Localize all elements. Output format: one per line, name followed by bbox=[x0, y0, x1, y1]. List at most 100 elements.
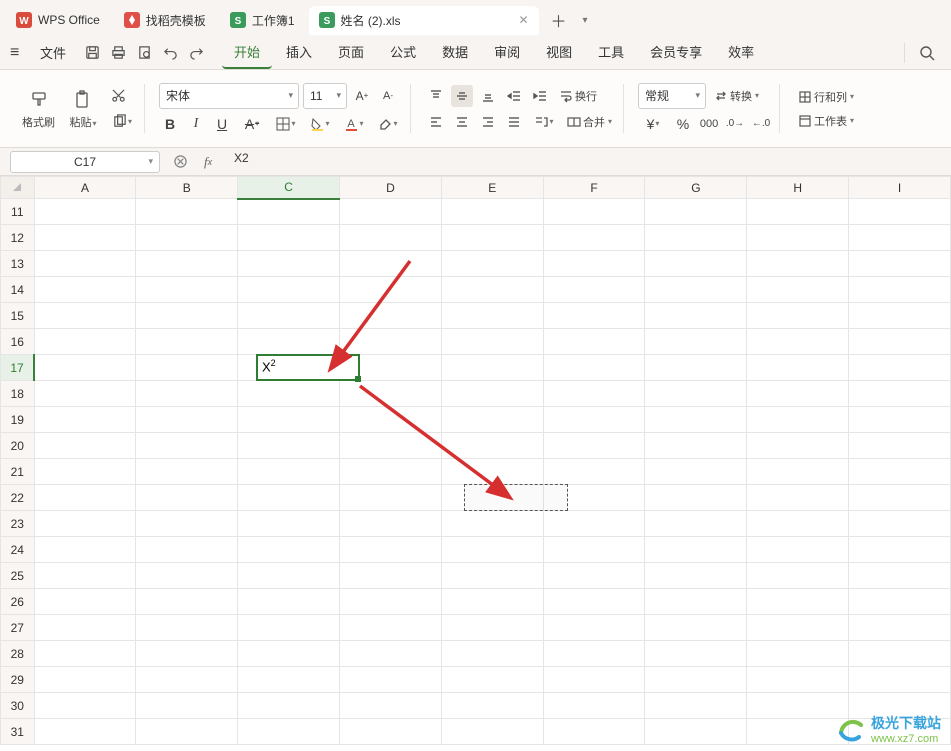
cell[interactable] bbox=[543, 199, 645, 225]
cell[interactable] bbox=[441, 693, 543, 719]
cell[interactable] bbox=[441, 251, 543, 277]
select-all-corner[interactable] bbox=[1, 177, 35, 199]
cell[interactable] bbox=[136, 485, 238, 511]
align-middle-button[interactable] bbox=[451, 85, 473, 107]
tab-workbook1[interactable]: S 工作簿1 bbox=[220, 6, 305, 35]
cell[interactable] bbox=[543, 277, 645, 303]
cell[interactable] bbox=[645, 225, 747, 251]
row-header[interactable]: 26 bbox=[1, 589, 35, 615]
cell[interactable] bbox=[136, 641, 238, 667]
cell[interactable] bbox=[238, 719, 340, 745]
tab-list-dropdown[interactable]: ▾ bbox=[579, 13, 592, 28]
cell[interactable] bbox=[543, 251, 645, 277]
cell[interactable] bbox=[340, 719, 442, 745]
cell[interactable] bbox=[747, 563, 849, 589]
cell[interactable] bbox=[747, 667, 849, 693]
tab-wps-office[interactable]: W WPS Office bbox=[6, 6, 110, 34]
cell[interactable] bbox=[340, 433, 442, 459]
column-header[interactable]: B bbox=[136, 177, 238, 199]
cell[interactable] bbox=[238, 355, 340, 381]
tab-tools[interactable]: 工具 bbox=[586, 36, 636, 69]
cell[interactable] bbox=[645, 511, 747, 537]
cell[interactable] bbox=[136, 693, 238, 719]
cell[interactable] bbox=[441, 615, 543, 641]
cell[interactable] bbox=[849, 303, 951, 329]
cell[interactable] bbox=[645, 381, 747, 407]
cell[interactable] bbox=[136, 251, 238, 277]
cell[interactable] bbox=[34, 589, 136, 615]
row-header[interactable]: 14 bbox=[1, 277, 35, 303]
cell[interactable] bbox=[340, 693, 442, 719]
cell[interactable] bbox=[747, 433, 849, 459]
cell[interactable] bbox=[543, 433, 645, 459]
cell[interactable] bbox=[543, 407, 645, 433]
name-box[interactable]: C17 ▾ bbox=[10, 151, 160, 173]
cell[interactable] bbox=[849, 667, 951, 693]
tab-formula[interactable]: 公式 bbox=[378, 36, 428, 69]
cell[interactable] bbox=[340, 277, 442, 303]
tab-page[interactable]: 页面 bbox=[326, 36, 376, 69]
cell[interactable] bbox=[543, 485, 645, 511]
cell[interactable] bbox=[747, 407, 849, 433]
row-header[interactable]: 30 bbox=[1, 693, 35, 719]
cell[interactable] bbox=[849, 563, 951, 589]
cell[interactable] bbox=[645, 433, 747, 459]
cell[interactable] bbox=[543, 511, 645, 537]
tab-efficiency[interactable]: 效率 bbox=[716, 36, 766, 69]
cell[interactable] bbox=[340, 407, 442, 433]
cell[interactable] bbox=[340, 251, 442, 277]
row-header[interactable]: 21 bbox=[1, 459, 35, 485]
cell[interactable] bbox=[34, 615, 136, 641]
close-icon[interactable]: ✕ bbox=[518, 13, 528, 27]
cell[interactable] bbox=[747, 303, 849, 329]
cell[interactable] bbox=[136, 433, 238, 459]
cell[interactable] bbox=[340, 199, 442, 225]
row-header[interactable]: 17 bbox=[1, 355, 35, 381]
cell[interactable] bbox=[543, 693, 645, 719]
align-left-button[interactable] bbox=[425, 111, 447, 133]
borders-button[interactable]: ▾ bbox=[271, 113, 301, 135]
cell[interactable] bbox=[136, 407, 238, 433]
column-header[interactable]: G bbox=[645, 177, 747, 199]
align-top-button[interactable] bbox=[425, 85, 447, 107]
cell[interactable] bbox=[747, 381, 849, 407]
cell[interactable] bbox=[645, 459, 747, 485]
cell[interactable] bbox=[543, 563, 645, 589]
align-bottom-button[interactable] bbox=[477, 85, 499, 107]
cell[interactable] bbox=[238, 251, 340, 277]
row-header[interactable]: 25 bbox=[1, 563, 35, 589]
cell[interactable] bbox=[441, 225, 543, 251]
cell[interactable] bbox=[543, 329, 645, 355]
cell[interactable] bbox=[34, 407, 136, 433]
cell[interactable] bbox=[645, 615, 747, 641]
cell[interactable] bbox=[747, 641, 849, 667]
currency-button[interactable]: ¥▾ bbox=[638, 113, 668, 135]
cell[interactable] bbox=[340, 563, 442, 589]
font-name-select[interactable]: 宋体▾ bbox=[159, 83, 299, 109]
cell[interactable] bbox=[441, 589, 543, 615]
cell[interactable] bbox=[441, 563, 543, 589]
cell[interactable] bbox=[441, 459, 543, 485]
cell[interactable] bbox=[238, 433, 340, 459]
cell[interactable] bbox=[238, 459, 340, 485]
cell[interactable] bbox=[849, 511, 951, 537]
cell[interactable] bbox=[747, 693, 849, 719]
cell[interactable] bbox=[34, 329, 136, 355]
cell[interactable] bbox=[136, 277, 238, 303]
cell[interactable] bbox=[441, 199, 543, 225]
font-size-select[interactable]: 11▾ bbox=[303, 83, 347, 109]
cell[interactable] bbox=[849, 615, 951, 641]
tab-review[interactable]: 审阅 bbox=[482, 36, 532, 69]
cell[interactable] bbox=[747, 485, 849, 511]
cell[interactable] bbox=[849, 433, 951, 459]
row-header[interactable]: 11 bbox=[1, 199, 35, 225]
file-menu[interactable]: 文件 bbox=[32, 39, 74, 66]
cell[interactable] bbox=[34, 667, 136, 693]
cell[interactable] bbox=[34, 563, 136, 589]
cell[interactable] bbox=[441, 277, 543, 303]
strikethrough-button[interactable]: A▾ bbox=[237, 113, 267, 135]
fx-button[interactable]: fx bbox=[198, 152, 218, 172]
cell[interactable] bbox=[849, 641, 951, 667]
cell[interactable] bbox=[238, 667, 340, 693]
row-header[interactable]: 13 bbox=[1, 251, 35, 277]
